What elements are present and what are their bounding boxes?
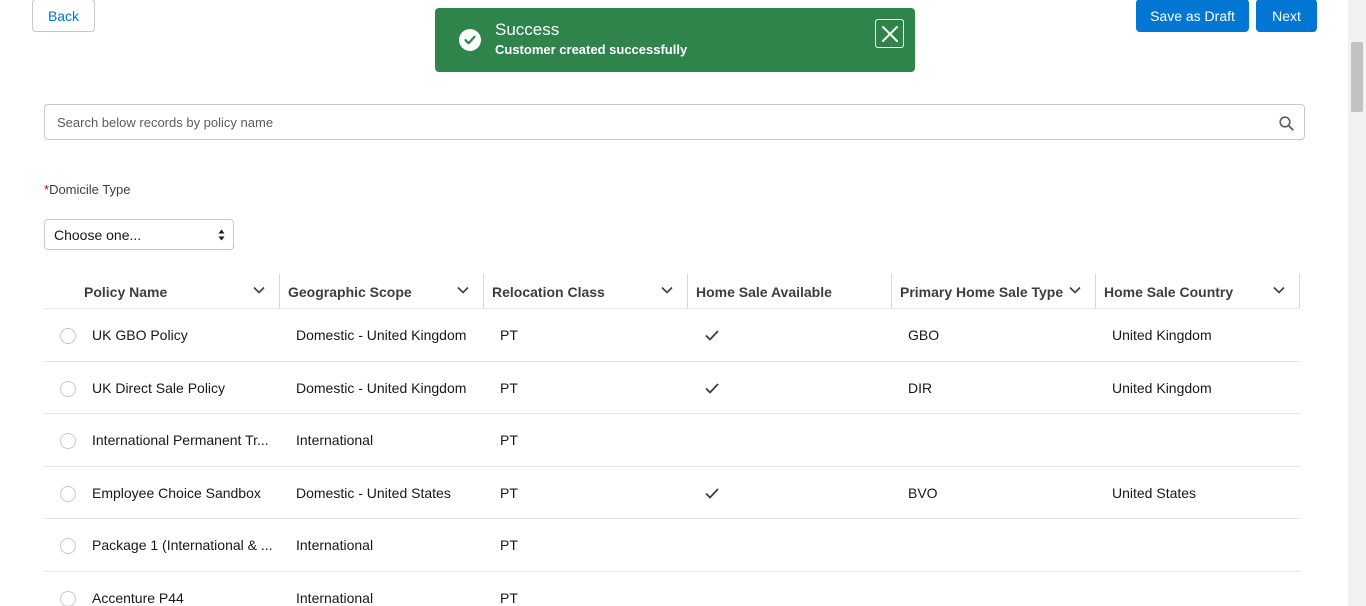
column-label: Policy Name [84,283,168,300]
search-input[interactable] [45,105,1245,139]
column-label: Primary Home Sale Type [900,283,1064,300]
column-header-primary-home-sale-type[interactable]: Primary Home Sale Type [892,274,1096,309]
checkmark-icon [705,487,719,499]
cell-geographic-scope: Domestic - United States [296,484,451,501]
cell-relocation-class: PT [500,537,518,553]
select-arrows-icon [218,229,225,241]
back-button[interactable]: Back [32,0,95,32]
cell-relocation-class: PT [500,432,518,448]
column-label: Home Sale Country [1104,283,1234,300]
toast-title: Success [495,20,560,39]
column-label: Relocation Class [492,283,605,300]
checkmark-icon [705,382,719,394]
scrollbar-thumb[interactable] [1351,42,1363,112]
chevron-down-icon[interactable] [253,286,265,294]
column-header-relocation-class[interactable]: Relocation Class [484,274,688,309]
save-as-draft-button[interactable]: Save as Draft [1136,0,1249,32]
row-select-radio[interactable] [60,590,76,606]
cell-primary-home-sale-type: DIR [908,379,933,396]
cell-home-sale-country: United States [1112,484,1197,501]
column-header-policy-name[interactable]: Policy Name [76,274,280,309]
cell-policy-name: Employee Choice Sandbox [92,484,261,501]
chevron-down-icon[interactable] [661,286,673,294]
next-button[interactable]: Next [1256,0,1317,32]
column-label: Home Sale Available [696,283,832,300]
table-row[interactable]: International Permanent Tr... Internatio… [44,414,1300,467]
cell-policy-name: Accenture P44 [92,589,184,606]
row-select-radio[interactable] [60,380,76,397]
cell-geographic-scope: Domestic - United Kingdom [296,379,467,396]
cell-policy-name: UK Direct Sale Policy [92,379,226,396]
success-toast: Success Customer created successfully [435,8,915,72]
policy-search [44,104,1305,140]
column-header-home-sale-country[interactable]: Home Sale Country [1096,274,1300,309]
table-header: Policy Name Geographic Scope Relocation … [44,274,1300,309]
cell-primary-home-sale-type: GBO [908,327,940,343]
cell-geographic-scope: International [296,537,374,553]
toast-message: Customer created successfully [495,42,688,57]
cell-relocation-class: PT [500,327,518,343]
domicile-type-label: *Domicile Type [44,182,130,197]
cell-home-sale-country: United Kingdom [1112,327,1212,343]
cell-home-sale-country: United Kingdom [1112,379,1212,396]
cell-primary-home-sale-type: BVO [908,484,938,501]
table-row[interactable]: UK Direct Sale Policy Domestic - United … [44,362,1300,414]
domicile-type-select[interactable]: Choose one... [44,219,234,250]
table-row[interactable]: Package 1 (International & ... Internati… [44,519,1300,572]
cell-policy-name: UK GBO Policy [92,327,188,343]
toast-close-button[interactable] [875,19,904,48]
row-select-radio[interactable] [60,328,76,344]
cell-policy-name: International Permanent Tr... [92,432,269,448]
chevron-down-icon[interactable] [457,286,469,294]
row-select-radio[interactable] [60,433,76,449]
cell-geographic-scope: Domestic - United Kingdom [296,327,467,343]
column-header-geographic-scope[interactable]: Geographic Scope [280,274,484,309]
table-body: UK GBO Policy Domestic - United Kingdom … [44,309,1300,606]
column-label: Geographic Scope [288,283,412,300]
column-header-home-sale-available[interactable]: Home Sale Available [688,274,892,309]
success-check-icon [459,29,481,51]
cell-relocation-class: PT [500,484,518,501]
checkmark-icon [705,330,719,341]
close-icon [881,25,898,42]
cell-policy-name: Package 1 (International & ... [92,537,272,553]
domicile-type-text: Domicile Type [49,182,131,197]
search-icon[interactable] [1279,116,1294,136]
table-row[interactable]: UK GBO Policy Domestic - United Kingdom … [44,309,1300,362]
cell-relocation-class: PT [500,379,518,396]
cell-geographic-scope: International [296,432,374,448]
table-row[interactable]: Accenture P44 International PT [44,572,1300,606]
domicile-type-value: Choose one... [54,226,142,243]
chevron-down-icon[interactable] [1069,286,1081,294]
cell-relocation-class: PT [500,589,518,606]
row-select-radio[interactable] [60,538,76,554]
policy-table: Policy Name Geographic Scope Relocation … [44,274,1300,606]
chevron-down-icon[interactable] [1273,286,1285,294]
row-select-radio[interactable] [60,485,76,502]
table-row[interactable]: Employee Choice Sandbox Domestic - Unite… [44,467,1300,519]
cell-geographic-scope: International [296,589,374,606]
